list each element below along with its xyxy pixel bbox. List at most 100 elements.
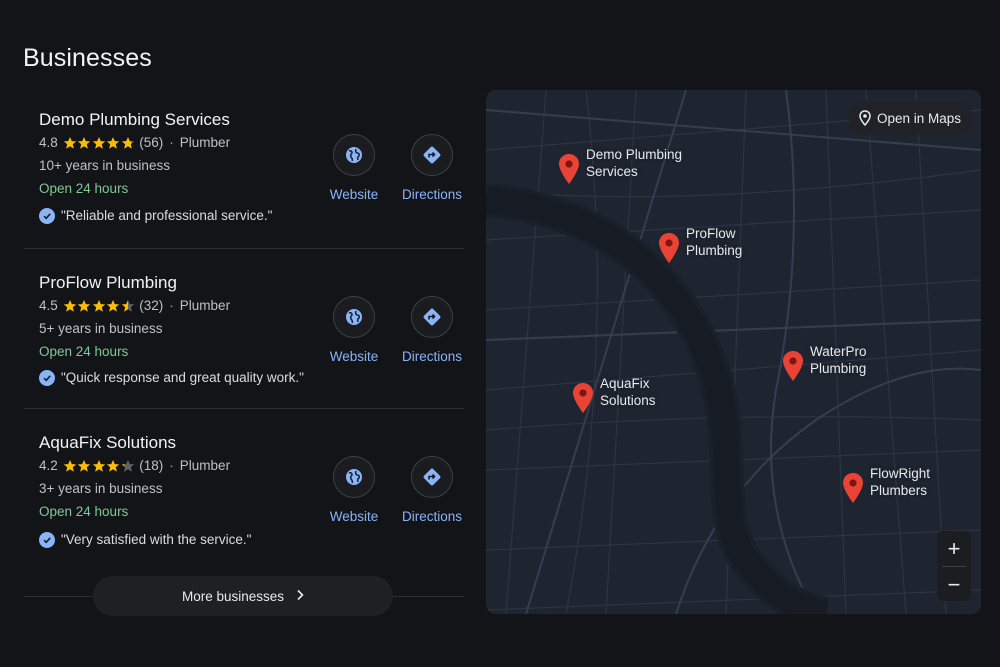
website-label[interactable]: Website: [322, 186, 386, 204]
business-category: Plumber: [179, 458, 231, 473]
map-pin-icon[interactable]: [658, 232, 680, 264]
star-rating: [63, 136, 136, 150]
rating-row: 4.8 (56) · Plumber: [39, 134, 329, 152]
globe-icon[interactable]: [333, 456, 375, 498]
directions-button[interactable]: Directions: [400, 456, 464, 526]
review-text: "Very satisfied with the service.": [61, 532, 252, 547]
directions-button[interactable]: Directions: [400, 134, 464, 204]
review-count: (56): [139, 135, 164, 150]
map-pin-label: FlowRight Plumbers: [870, 466, 931, 498]
website-button[interactable]: Website: [322, 296, 386, 366]
zoom-in-button[interactable]: +: [937, 531, 971, 566]
map-pin-icon[interactable]: [572, 382, 594, 414]
website-label[interactable]: Website: [322, 508, 386, 526]
globe-icon[interactable]: [333, 134, 375, 176]
star-icon: [121, 300, 134, 312]
review-snippet: "Reliable and professional service.": [39, 207, 329, 225]
business-category: Plumber: [179, 298, 231, 313]
star-icon: [78, 137, 91, 149]
map-pin-label: WaterPro Plumbing: [810, 344, 867, 376]
star-icon: [121, 137, 134, 149]
zoom-out-button[interactable]: −: [937, 567, 971, 602]
open-hours: Open 24 hours: [39, 181, 129, 196]
business-list: Demo Plumbing Services 4.8 (56) · Plumbe…: [24, 92, 464, 569]
business-card[interactable]: Demo Plumbing Services 4.8 (56) · Plumbe…: [24, 92, 464, 249]
star-icon: [63, 137, 76, 149]
verified-check-icon: [39, 370, 55, 386]
rating-row: 4.2 (18) · Plumber: [39, 457, 329, 475]
verified-check-icon: [39, 532, 55, 548]
directions-label[interactable]: Directions: [400, 186, 464, 204]
business-category: Plumber: [179, 135, 231, 150]
review-snippet: "Quick response and great quality work.": [39, 369, 329, 387]
map-pin-icon[interactable]: [842, 472, 864, 504]
map-pin-label: Demo Plumbing Services: [586, 147, 683, 179]
review-count: (18): [139, 458, 164, 473]
star-rating: [63, 299, 136, 313]
star-icon: [92, 137, 105, 149]
website-button[interactable]: Website: [322, 456, 386, 526]
business-card[interactable]: AquaFix Solutions 4.2 (18) · Plumber 3+ …: [24, 409, 464, 569]
directions-label[interactable]: Directions: [400, 508, 464, 526]
directions-icon[interactable]: [411, 296, 453, 338]
star-icon: [78, 460, 91, 472]
review-snippet: "Very satisfied with the service.": [39, 531, 329, 549]
directions-icon[interactable]: [411, 456, 453, 498]
star-icon: [92, 460, 105, 472]
zoom-controls: + −: [937, 531, 971, 601]
rating-value: 4.2: [39, 458, 58, 473]
star-icon: [63, 300, 76, 312]
chevron-right-icon: [296, 589, 304, 604]
map-pin-icon[interactable]: [558, 153, 580, 185]
more-businesses-label[interactable]: More businesses: [182, 589, 284, 604]
rating-value: 4.5: [39, 298, 58, 313]
business-card[interactable]: ProFlow Plumbing 4.5 (32) · Plumber 5+ y…: [24, 249, 464, 409]
star-rating: [63, 459, 136, 473]
map-pin-label: ProFlow Plumbing: [686, 226, 743, 258]
page-title: Businesses: [23, 44, 152, 72]
more-businesses-button[interactable]: More businesses: [93, 576, 393, 616]
map-pin[interactable]: Demo Plumbing Services: [558, 147, 686, 185]
website-label[interactable]: Website: [322, 348, 386, 366]
review-text: "Quick response and great quality work.": [61, 370, 304, 385]
business-name[interactable]: AquaFix Solutions: [39, 433, 329, 453]
star-icon: [92, 300, 105, 312]
more-row: More businesses: [24, 575, 464, 616]
map-pin-label: AquaFix Solutions: [600, 376, 656, 408]
rating-row: 4.5 (32) · Plumber: [39, 297, 329, 315]
verified-check-icon: [39, 208, 55, 224]
map-pin-icon[interactable]: [782, 350, 804, 382]
directions-button[interactable]: Directions: [400, 296, 464, 366]
star-icon: [107, 137, 120, 149]
map-pin[interactable]: FlowRight Plumbers: [842, 466, 970, 504]
review-text: "Reliable and professional service.": [61, 208, 273, 223]
star-icon: [63, 460, 76, 472]
star-icon: [107, 300, 120, 312]
star-icon: [107, 460, 120, 472]
directions-label[interactable]: Directions: [400, 348, 464, 366]
map-pin-icon: [859, 110, 871, 126]
map-pin[interactable]: WaterPro Plumbing: [782, 344, 910, 382]
separator-dot: ·: [169, 458, 174, 473]
years-in-business: 5+ years in business: [39, 321, 163, 336]
open-in-maps-button[interactable]: Open in Maps: [848, 101, 973, 135]
business-name[interactable]: Demo Plumbing Services: [39, 110, 329, 130]
star-icon: [78, 300, 91, 312]
map-pin[interactable]: ProFlow Plumbing: [658, 226, 786, 264]
open-in-maps-label[interactable]: Open in Maps: [877, 111, 961, 126]
rating-value: 4.8: [39, 135, 58, 150]
globe-icon[interactable]: [333, 296, 375, 338]
directions-icon[interactable]: [411, 134, 453, 176]
map-panel[interactable]: Open in Maps Demo Plumbing Services ProF…: [486, 90, 981, 614]
review-count: (32): [139, 298, 164, 313]
star-icon: [121, 460, 134, 472]
business-name[interactable]: ProFlow Plumbing: [39, 273, 329, 293]
map-pin[interactable]: AquaFix Solutions: [572, 376, 700, 414]
separator-dot: ·: [169, 298, 174, 313]
separator-dot: ·: [169, 135, 174, 150]
years-in-business: 3+ years in business: [39, 481, 163, 496]
website-button[interactable]: Website: [322, 134, 386, 204]
open-hours: Open 24 hours: [39, 344, 129, 359]
years-in-business: 10+ years in business: [39, 158, 170, 173]
open-hours: Open 24 hours: [39, 504, 129, 519]
